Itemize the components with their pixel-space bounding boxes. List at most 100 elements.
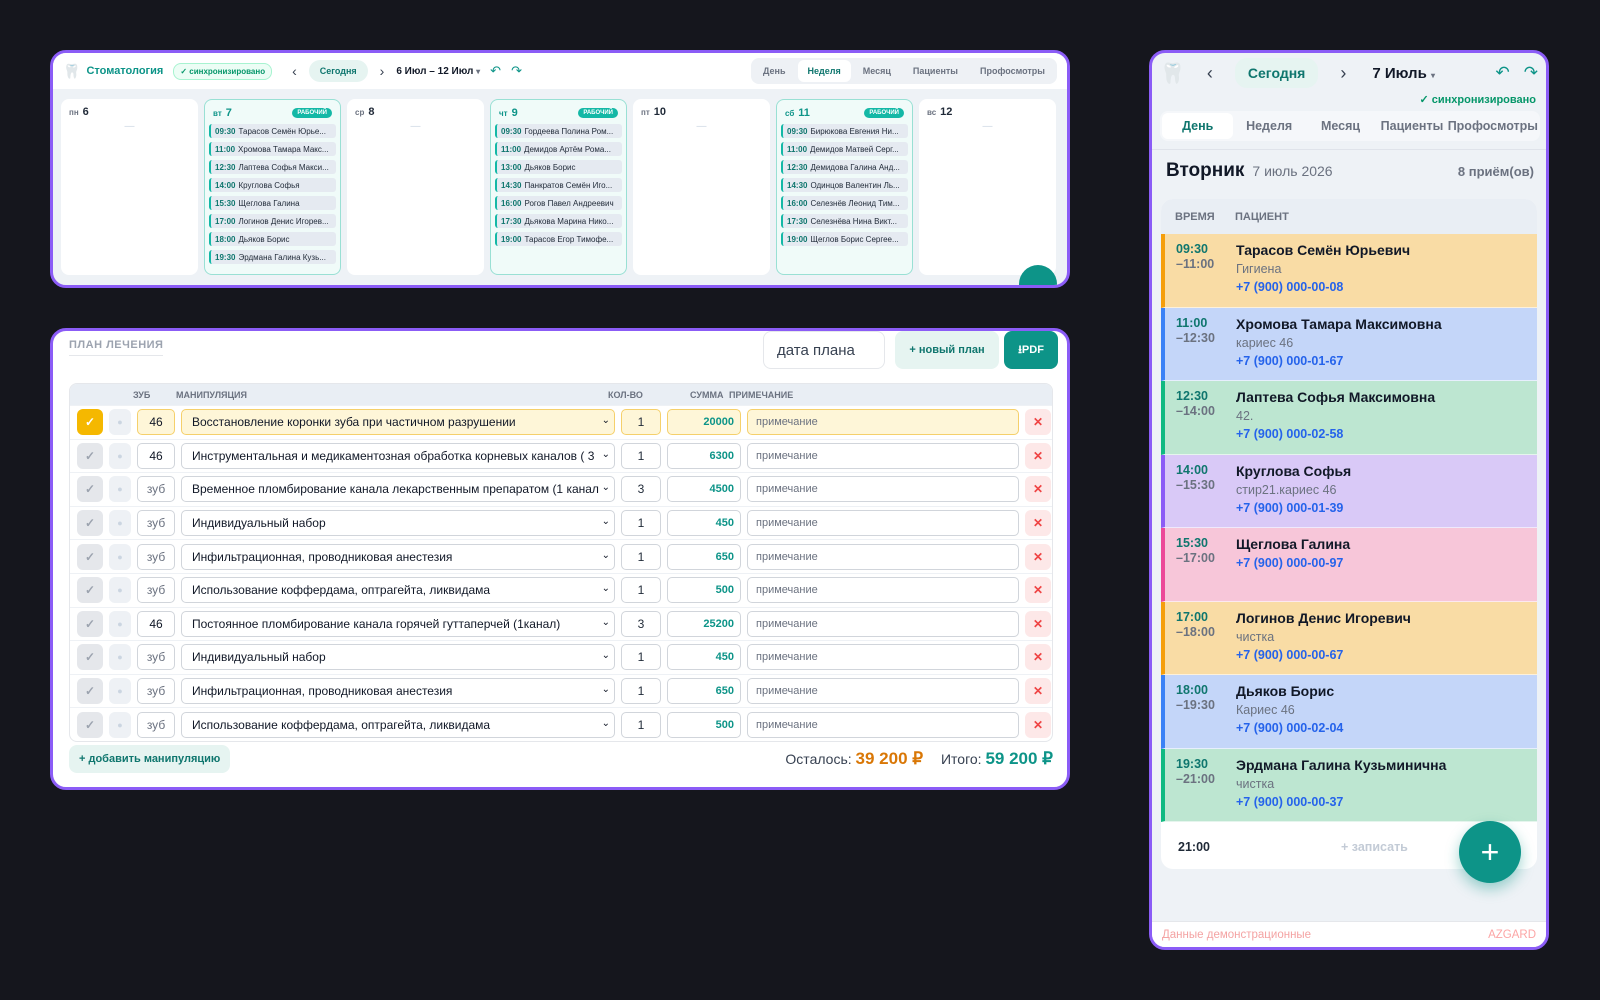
- appointment-chip[interactable]: 18:00 Дьяков Борис: [209, 232, 336, 246]
- delete-row-button[interactable]: ✕: [1025, 476, 1051, 503]
- procedure-select[interactable]: Индивидуальный набор ⌄: [181, 644, 615, 671]
- appointment-chip[interactable]: 14:30 Панкратов Семён Иго...: [495, 178, 622, 192]
- appointment-chip[interactable]: 17:30 Селезнёва Нина Викт...: [781, 214, 908, 228]
- add-appointment-fab[interactable]: +: [1459, 821, 1521, 883]
- next-week-button[interactable]: ›: [374, 63, 391, 79]
- appointment-chip[interactable]: 19:00 Тарасов Егор Тимофе...: [495, 232, 622, 246]
- tooth-input[interactable]: 46: [137, 610, 175, 637]
- appointment-card[interactable]: 09:30 –11:00 Тарасов Семён Юрьевич Гигиена +…: [1161, 234, 1537, 308]
- tooth-input[interactable]: зуб: [137, 476, 175, 503]
- patient-phone[interactable]: +7 (900) 000-02-04: [1236, 721, 1537, 735]
- patient-phone[interactable]: +7 (900) 000-01-39: [1236, 501, 1537, 515]
- quantity-input[interactable]: 1: [621, 409, 661, 436]
- appointment-chip[interactable]: 17:30 Дьякова Марина Нико...: [495, 214, 622, 228]
- appointment-card[interactable]: 12:30 –14:00 Лаптева Софья Максимовна 42. +7…: [1161, 381, 1537, 455]
- patient-phone[interactable]: +7 (900) 000-00-37: [1236, 795, 1537, 809]
- status-toggle[interactable]: ●: [109, 543, 131, 570]
- appointment-chip[interactable]: 12:30 Лаптева Софья Макси...: [209, 160, 336, 174]
- tooth-input[interactable]: 46: [137, 442, 175, 469]
- procedure-select[interactable]: Индивидуальный набор ⌄: [181, 510, 615, 537]
- sum-input[interactable]: 450: [667, 644, 741, 671]
- appointment-chip[interactable]: 17:00 Логинов Денис Игорев...: [209, 214, 336, 228]
- done-checkbox[interactable]: ✓: [77, 577, 103, 604]
- note-input[interactable]: примечание: [747, 610, 1019, 637]
- prev-week-button[interactable]: ‹: [286, 63, 303, 79]
- procedure-select[interactable]: Восстановление коронки зуба при частично…: [181, 409, 615, 436]
- status-toggle[interactable]: ●: [109, 442, 131, 469]
- procedure-select[interactable]: Использование коффердама, оптрагейта, ли…: [181, 711, 615, 738]
- quantity-input[interactable]: 1: [621, 678, 661, 705]
- appointment-card[interactable]: 11:00 –12:30 Хромова Тамара Максимовна кари…: [1161, 307, 1537, 381]
- tooth-input[interactable]: зуб: [137, 678, 175, 705]
- tooth-input[interactable]: зуб: [137, 644, 175, 671]
- delete-row-button[interactable]: ✕: [1025, 442, 1051, 469]
- note-input[interactable]: примечание: [747, 711, 1019, 738]
- day-tab-4[interactable]: Профосмотры: [1448, 113, 1538, 139]
- sum-input[interactable]: 450: [667, 510, 741, 537]
- tooth-input[interactable]: зуб: [137, 510, 175, 537]
- note-input[interactable]: примечание: [747, 543, 1019, 570]
- appointment-chip[interactable]: 19:30 Эрдмана Галина Кузь...: [209, 250, 336, 264]
- tab-3[interactable]: Пациенты: [903, 60, 968, 82]
- quantity-input[interactable]: 1: [621, 510, 661, 537]
- quantity-input[interactable]: 3: [621, 476, 661, 503]
- add-appointment-link[interactable]: + записать: [1341, 840, 1408, 854]
- week-range[interactable]: 6 Июл – 12 Июл ▾: [396, 66, 480, 77]
- redo-icon[interactable]: ↷: [511, 63, 522, 79]
- redo-icon[interactable]: ↷: [1524, 63, 1538, 83]
- sum-input[interactable]: 4500: [667, 476, 741, 503]
- patient-phone[interactable]: +7 (900) 000-02-58: [1236, 427, 1537, 441]
- appointment-card[interactable]: 17:00 –18:00 Логинов Денис Игоревич чистка +…: [1161, 601, 1537, 675]
- new-plan-button[interactable]: + новый план: [895, 331, 999, 369]
- sum-input[interactable]: 650: [667, 543, 741, 570]
- plan-date-input[interactable]: дата плана: [763, 331, 885, 369]
- done-checkbox[interactable]: ✓: [77, 543, 103, 570]
- note-input[interactable]: примечание: [747, 577, 1019, 604]
- done-checkbox[interactable]: ✓: [77, 442, 103, 469]
- tooth-input[interactable]: зуб: [137, 543, 175, 570]
- day-tab-3[interactable]: Пациенты: [1376, 113, 1447, 139]
- appointment-chip[interactable]: 16:00 Рогов Павел Андреевич: [495, 196, 622, 210]
- appointment-card[interactable]: 19:30 –21:00 Эрдмана Галина Кузьминична чис…: [1161, 748, 1537, 822]
- status-toggle[interactable]: ●: [109, 610, 131, 637]
- tooth-input[interactable]: 46: [137, 409, 175, 436]
- status-toggle[interactable]: ●: [109, 409, 131, 436]
- delete-row-button[interactable]: ✕: [1025, 543, 1051, 570]
- done-checkbox[interactable]: ✓: [77, 711, 103, 738]
- done-checkbox[interactable]: ✓: [77, 409, 103, 436]
- appointment-chip[interactable]: 11:00 Хромова Тамара Макс...: [209, 142, 336, 156]
- quantity-input[interactable]: 1: [621, 711, 661, 738]
- appointment-chip[interactable]: 14:30 Одинцов Валентин Ль...: [781, 178, 908, 192]
- patient-phone[interactable]: +7 (900) 000-00-08: [1236, 280, 1537, 294]
- quantity-input[interactable]: 1: [621, 442, 661, 469]
- sum-input[interactable]: 650: [667, 678, 741, 705]
- quantity-input[interactable]: 1: [621, 543, 661, 570]
- done-checkbox[interactable]: ✓: [77, 476, 103, 503]
- done-checkbox[interactable]: ✓: [77, 610, 103, 637]
- procedure-select[interactable]: Использование коффердама, оптрагейта, ли…: [181, 577, 615, 604]
- appointment-chip[interactable]: 15:30 Щеглова Галина: [209, 196, 336, 210]
- today-button[interactable]: Сегодня: [1234, 58, 1319, 88]
- note-input[interactable]: примечание: [747, 678, 1019, 705]
- prev-day-button[interactable]: ‹: [1201, 63, 1219, 84]
- appointment-chip[interactable]: 13:00 Дьяков Борис: [495, 160, 622, 174]
- appointment-card[interactable]: 14:00 –15:30 Круглова Софья стир21.кариес 4…: [1161, 454, 1537, 528]
- procedure-select[interactable]: Инфильтрационная, проводниковая анестези…: [181, 543, 615, 570]
- appointment-chip[interactable]: 09:30 Бирюкова Евгения Ни...: [781, 124, 908, 138]
- procedure-select[interactable]: Постоянное пломбирование канала горячей …: [181, 610, 615, 637]
- appointment-chip[interactable]: 11:00 Демидов Матвей Серг...: [781, 142, 908, 156]
- undo-icon[interactable]: ↶: [490, 63, 501, 79]
- note-input[interactable]: примечание: [747, 510, 1019, 537]
- appointment-card[interactable]: 18:00 –19:30 Дьяков Борис Кариес 46 +7 (900)…: [1161, 675, 1537, 749]
- appointment-chip[interactable]: 09:30 Тарасов Семён Юрье...: [209, 124, 336, 138]
- delete-row-button[interactable]: ✕: [1025, 644, 1051, 671]
- done-checkbox[interactable]: ✓: [77, 678, 103, 705]
- status-toggle[interactable]: ●: [109, 711, 131, 738]
- delete-row-button[interactable]: ✕: [1025, 510, 1051, 537]
- appointment-chip[interactable]: 16:00 Селезнёв Леонид Тим...: [781, 196, 908, 210]
- tooth-input[interactable]: зуб: [137, 711, 175, 738]
- undo-icon[interactable]: ↶: [1496, 63, 1510, 83]
- tab-4[interactable]: Профосмотры: [970, 60, 1055, 82]
- day-tab-1[interactable]: Неделя: [1233, 113, 1304, 139]
- status-toggle[interactable]: ●: [109, 678, 131, 705]
